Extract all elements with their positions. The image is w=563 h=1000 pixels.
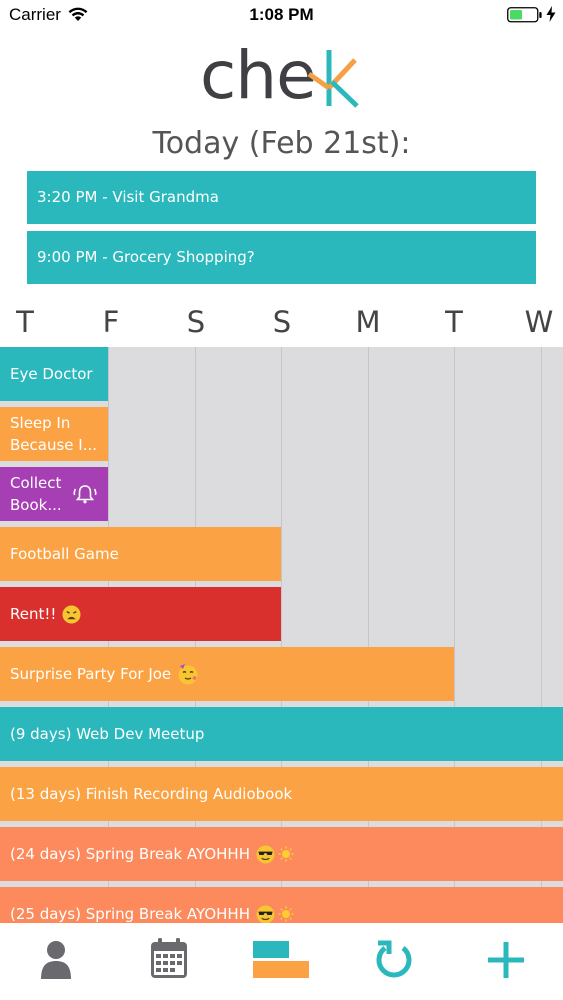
timeline-icon	[253, 941, 309, 978]
event-bar[interactable]: (25 days) Spring Break AYOHHH	[0, 887, 563, 923]
day-letter: T	[16, 305, 34, 339]
event-bar[interactable]: Sleep In Because I...	[0, 407, 108, 461]
sun-emoji	[278, 846, 294, 862]
day-letter: M	[355, 305, 381, 339]
today-title: Today (Feb 21st):	[152, 126, 411, 161]
sunglasses-face-emoji	[256, 844, 275, 864]
today-event[interactable]: 9:00 PM - Grocery Shopping?	[27, 231, 536, 284]
battery-icon	[507, 7, 542, 23]
app-screen: Carrier 1:08 PM che Today (Feb 21st): 3:…	[0, 0, 563, 1000]
tab-profile[interactable]	[26, 935, 86, 985]
tab-timeline[interactable]	[251, 935, 311, 985]
tab-calendar[interactable]	[139, 935, 199, 985]
event-label: Sleep In Because I...	[10, 414, 98, 454]
day-letter: W	[524, 305, 554, 339]
event-bar[interactable]: Collect Book...	[0, 467, 108, 521]
plus-icon	[488, 942, 524, 978]
event-label: Surprise Party For Joe	[10, 665, 172, 683]
sunglasses-face-emoji	[256, 904, 275, 923]
today-event[interactable]: 3:20 PM - Visit Grandma	[27, 171, 536, 224]
alarm-bell-icon	[73, 485, 97, 504]
event-label: Eye Doctor	[10, 365, 93, 383]
logo-wordmark: che	[200, 37, 317, 114]
timeline-grid[interactable]: Eye Doctor Sleep In Because I... Collect…	[0, 347, 563, 923]
person-icon	[41, 941, 71, 979]
event-bar[interactable]: Surprise Party For Joe	[0, 647, 454, 701]
app-logo: che	[200, 40, 370, 112]
event-label: Football Game	[10, 545, 119, 563]
status-time: 1:08 PM	[249, 5, 314, 24]
event-label: Collect Book...	[10, 474, 62, 514]
day-letter: T	[445, 305, 463, 339]
tab-bar	[0, 923, 563, 1000]
event-label: Rent!!	[10, 605, 57, 623]
event-bar[interactable]: Football Game	[0, 527, 281, 581]
event-label: (25 days) Spring Break AYOHHH	[10, 905, 250, 923]
status-bar: Carrier 1:08 PM	[0, 0, 563, 30]
event-label: (13 days) Finish Recording Audiobook	[10, 785, 293, 803]
event-bar[interactable]: (9 days) Web Dev Meetup	[0, 707, 563, 761]
event-label: (24 days) Spring Break AYOHHH	[10, 845, 250, 863]
party-face-emoji	[178, 664, 198, 685]
tab-add[interactable]	[476, 935, 536, 985]
tab-refresh[interactable]	[364, 935, 424, 985]
day-letter: S	[186, 305, 206, 339]
event-bar[interactable]: (24 days) Spring Break AYOHHH	[0, 827, 563, 881]
event-bar[interactable]: Rent!!	[0, 587, 281, 641]
refresh-icon	[376, 940, 412, 978]
weary-face-emoji	[62, 604, 81, 624]
logo-k-mark	[307, 50, 359, 108]
calendar-icon	[151, 938, 187, 978]
day-letter: F	[102, 305, 120, 339]
event-bar[interactable]: Eye Doctor	[0, 347, 108, 401]
event-bar[interactable]: (13 days) Finish Recording Audiobook	[0, 767, 563, 821]
event-label: (9 days) Web Dev Meetup	[10, 725, 205, 743]
charging-icon	[546, 6, 556, 22]
sun-emoji	[278, 906, 294, 922]
day-letter: S	[272, 305, 292, 339]
